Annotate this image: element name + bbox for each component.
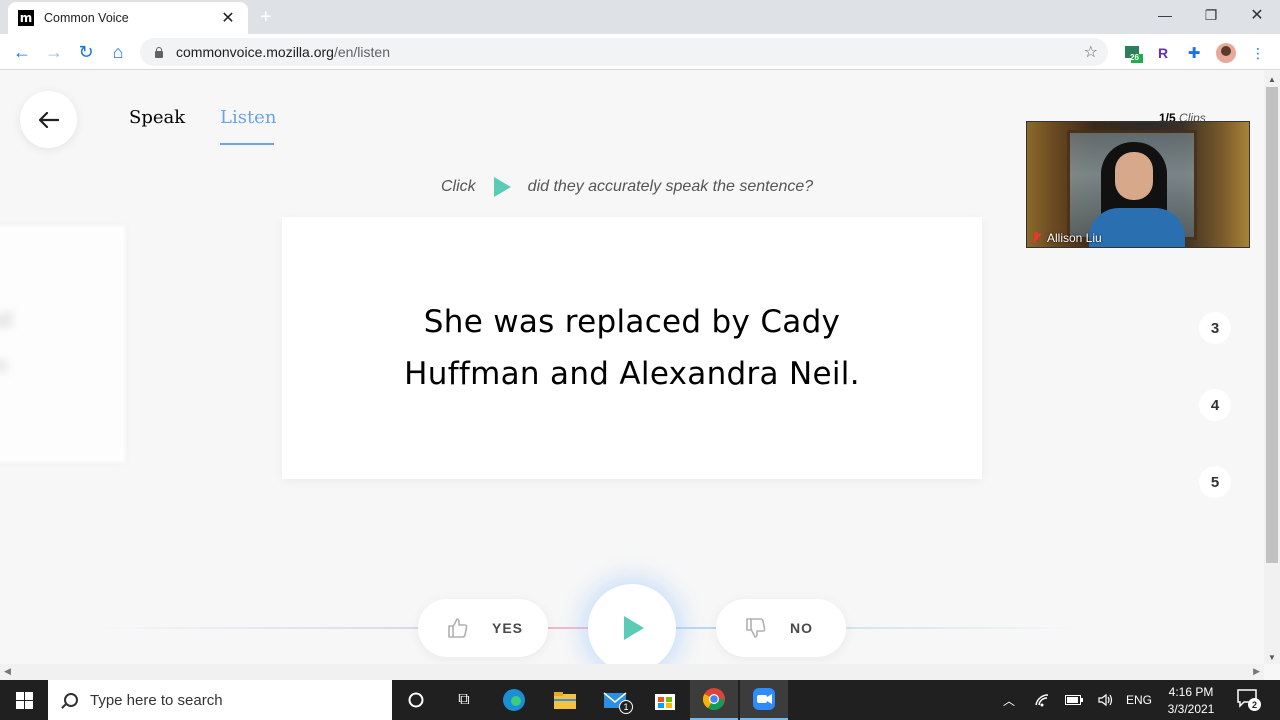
bookmark-star-icon[interactable]: ☆: [1084, 42, 1098, 62]
participant-video: [1115, 152, 1153, 200]
cortana-icon[interactable]: [392, 680, 440, 720]
thumbs-up-icon: [448, 618, 468, 638]
muted-microphone-icon: [1031, 232, 1041, 244]
back-button[interactable]: [20, 91, 77, 148]
extensions-puzzle-icon[interactable]: ✚: [1183, 42, 1205, 64]
scroll-down-icon[interactable]: ▼: [1268, 653, 1276, 662]
no-label: NO: [790, 620, 813, 636]
restore-button[interactable]: ❐: [1188, 0, 1234, 30]
waveform-left: [100, 627, 420, 629]
thumbs-down-icon: [746, 618, 766, 638]
wifi-icon[interactable]: [1030, 680, 1054, 720]
scroll-right-icon[interactable]: ▶: [1253, 666, 1260, 677]
tab-speak[interactable]: Speak: [129, 107, 185, 128]
forward-arrow-icon[interactable]: →: [42, 40, 66, 64]
new-tab-button[interactable]: +: [260, 6, 272, 29]
waveform-right: [840, 627, 1080, 629]
notification-center-icon[interactable]: 2: [1236, 688, 1261, 712]
extension-calendar-icon[interactable]: 26: [1122, 42, 1144, 64]
mail-icon[interactable]: 1: [592, 680, 640, 720]
back-arrow-icon[interactable]: ←: [10, 40, 34, 64]
reload-icon[interactable]: ↻: [74, 40, 98, 64]
scroll-up-icon[interactable]: ▲: [1268, 75, 1276, 84]
tab-listen[interactable]: Listen: [220, 107, 276, 128]
language-indicator[interactable]: ENG: [1124, 680, 1154, 720]
edge-browser-icon[interactable]: [490, 680, 538, 720]
lock-icon: [154, 46, 164, 58]
address-bar[interactable]: commonvoice.mozilla.org/en/listen ☆: [140, 38, 1108, 66]
vertical-scrollbar[interactable]: ▲ ▼: [1264, 71, 1280, 664]
extension-badge: 26: [1130, 53, 1139, 62]
play-icon: [624, 616, 644, 640]
windows-logo-icon: [15, 691, 33, 709]
scroll-left-icon[interactable]: ◀: [4, 666, 11, 677]
task-view-icon[interactable]: ⧉: [440, 680, 488, 720]
mail-badge: 1: [619, 700, 633, 714]
yes-button[interactable]: YES: [418, 599, 548, 657]
search-icon: [64, 693, 78, 707]
clip-number-3[interactable]: 3: [1199, 312, 1231, 344]
clock-date: 3/3/2021: [1167, 702, 1215, 716]
battery-icon[interactable]: [1062, 680, 1086, 720]
minimize-button[interactable]: —: [1142, 0, 1188, 30]
tab-title: Common Voice: [44, 11, 129, 25]
arrow-left-icon: [38, 111, 59, 128]
notification-count: 2: [1248, 698, 1261, 711]
play-clip-button[interactable]: [588, 584, 676, 664]
previous-card: st n: [0, 226, 125, 462]
sentence-text: She was replaced by Cady Huffman and Ale…: [404, 304, 860, 392]
instruction-text: Click did they accurately speak the sent…: [441, 177, 814, 197]
zoom-icon[interactable]: [740, 680, 788, 720]
clip-number-4[interactable]: 4: [1199, 389, 1231, 421]
clip-number-5[interactable]: 5: [1199, 466, 1231, 498]
scrollbar-thumb[interactable]: [1266, 87, 1278, 563]
active-tab-underline: [220, 143, 274, 145]
search-placeholder: Type here to search: [90, 691, 223, 709]
no-button[interactable]: NO: [716, 599, 846, 657]
close-window-button[interactable]: ✕: [1234, 0, 1280, 30]
file-explorer-icon[interactable]: [541, 680, 589, 720]
profile-avatar[interactable]: [1215, 42, 1237, 64]
browser-tab[interactable]: m Common Voice ✕: [8, 2, 248, 34]
yes-label: YES: [492, 620, 524, 636]
home-icon[interactable]: ⌂: [106, 40, 130, 64]
show-hidden-icons-icon[interactable]: ︿: [998, 680, 1020, 720]
video-call-overlay[interactable]: Allison Liu: [1026, 121, 1250, 248]
sentence-card: She was replaced by Cady Huffman and Ale…: [282, 217, 982, 479]
site-favicon-icon: m: [18, 10, 34, 26]
url-text: commonvoice.mozilla.org/en/listen: [176, 44, 390, 60]
play-icon: [493, 177, 511, 197]
extension-r-icon[interactable]: R: [1152, 42, 1174, 64]
chrome-icon[interactable]: [690, 680, 738, 720]
participant-namebar: Allison Liu: [1031, 231, 1102, 245]
system-clock[interactable]: 4:16 PM 3/3/2021: [1160, 684, 1222, 718]
browser-toolbar: ← → ↻ ⌂ commonvoice.mozilla.org/en/liste…: [0, 34, 1280, 70]
horizontal-scrollbar[interactable]: ◀ ▶: [0, 664, 1264, 680]
windows-taskbar: Type here to search ⧉ 1 ︿ ENG 4:16 PM 3/…: [0, 680, 1280, 720]
browser-tabstrip: m Common Voice ✕ + — ❐ ✕: [0, 0, 1280, 34]
waveform-center-right: [670, 627, 720, 629]
microsoft-store-icon[interactable]: [641, 680, 689, 720]
taskbar-search[interactable]: Type here to search: [48, 680, 392, 720]
clock-time: 4:16 PM: [1168, 685, 1214, 699]
close-tab-icon[interactable]: ✕: [218, 8, 238, 28]
volume-icon[interactable]: [1094, 680, 1118, 720]
start-button[interactable]: [0, 680, 48, 720]
browser-menu-icon[interactable]: ⋮: [1247, 42, 1269, 64]
participant-name: Allison Liu: [1047, 231, 1102, 245]
